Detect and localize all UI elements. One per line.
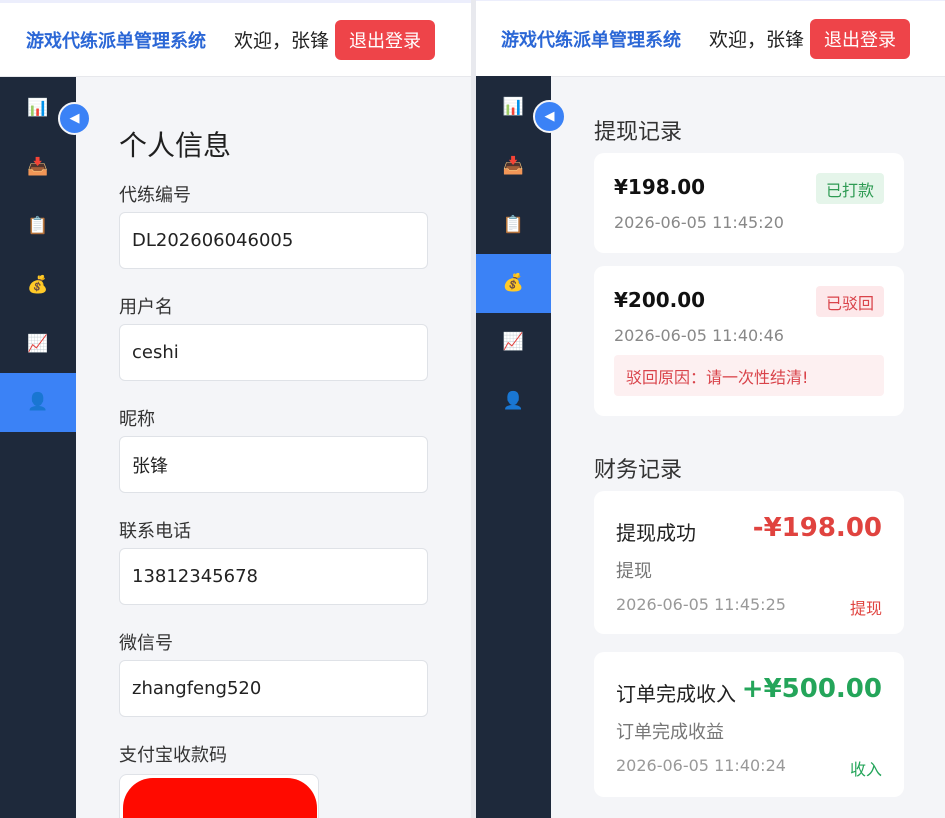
welcome-text: 欢迎，张锋 <box>709 29 805 51</box>
finance-record-amount: -¥198.00 <box>752 513 882 543</box>
trend-chart-icon: 📈 <box>27 334 49 354</box>
nav-finance[interactable]: 📈 <box>0 315 76 374</box>
field-label-nickname: 昵称 <box>119 409 155 430</box>
brand-title: 游戏代练派单管理系统 <box>501 29 681 51</box>
field-label-username: 用户名 <box>119 297 173 318</box>
finance-record-type: 收入 <box>849 760 882 779</box>
logout-button[interactable]: 退出登录 <box>335 19 436 60</box>
inbox-tray-icon: 📥 <box>502 156 525 176</box>
phone-field[interactable] <box>119 548 428 605</box>
withdrawal-time: 2026-06-05 11:40:46 <box>614 326 784 345</box>
status-badge: 已打款 <box>815 173 884 204</box>
field-label-phone: 联系电话 <box>119 521 191 542</box>
sidebar: 📊 📥 📋 💰 📈 👤 <box>476 76 551 818</box>
money-bag-icon: 💰 <box>502 273 525 293</box>
field-label-player-id: 代练编号 <box>119 185 191 206</box>
brand-title: 游戏代练派单管理系统 <box>26 30 206 52</box>
alipay-qr-upload[interactable] <box>119 774 319 818</box>
finance-record-time: 2026-06-05 11:45:25 <box>616 595 786 614</box>
finance-record-time: 2026-06-05 11:40:24 <box>616 756 786 775</box>
finance-record-type: 提现 <box>849 599 882 618</box>
nav-orders[interactable]: 📋 <box>476 196 551 255</box>
sidebar-collapse-button[interactable]: ◀ <box>58 102 91 135</box>
profile-panel: 游戏代练派单管理系统 欢迎，张锋 退出登录 📊 📥 📋 💰 📈 👤 ◀ 个人信息… <box>0 0 471 818</box>
top-header: 游戏代练派单管理系统 欢迎，张锋 退出登录 <box>0 0 471 77</box>
user-icon: 👤 <box>27 392 49 412</box>
top-header: 游戏代练派单管理系统 欢迎，张锋 退出登录 <box>476 0 945 77</box>
finance-title: 财务记录 <box>594 458 683 483</box>
field-label-wechat: 微信号 <box>119 633 173 654</box>
finance-record-title: 订单完成收入 <box>616 682 736 706</box>
nav-withdraw[interactable]: 💰 <box>476 254 551 313</box>
withdrawal-amount: ¥200.00 <box>614 288 706 312</box>
clipboard-icon: 📋 <box>502 215 525 235</box>
nav-receive-orders[interactable]: 📥 <box>476 137 551 196</box>
status-badge: 已驳回 <box>815 286 884 317</box>
chevron-left-icon: ◀ <box>69 111 80 126</box>
chart-icon: 📊 <box>502 97 525 117</box>
nickname-field[interactable] <box>119 436 428 493</box>
withdrawal-amount: ¥198.00 <box>614 175 706 199</box>
finance-record-desc: 订单完成收益 <box>616 722 724 743</box>
welcome-text: 欢迎，张锋 <box>234 30 330 52</box>
finance-card: 提现成功 -¥198.00 提现 2026-06-05 11:45:25 提现 <box>594 491 904 634</box>
reject-reason: 驳回原因：请一次性结清! <box>614 355 884 396</box>
nav-receive-orders[interactable]: 📥 <box>0 138 76 197</box>
nav-profile[interactable]: 👤 <box>476 372 551 431</box>
chart-icon: 📊 <box>27 98 49 118</box>
chevron-left-icon: ◀ <box>544 109 555 124</box>
trend-chart-icon: 📈 <box>502 332 525 352</box>
user-icon: 👤 <box>502 391 525 411</box>
withdrawal-time: 2026-06-05 11:45:20 <box>614 213 784 232</box>
withdrawal-card: ¥198.00 2026-06-05 11:45:20 已打款 <box>594 153 904 253</box>
clipboard-icon: 📋 <box>27 216 49 236</box>
sidebar: 📊 📥 📋 💰 📈 👤 <box>0 77 76 818</box>
sidebar-collapse-button[interactable]: ◀ <box>533 100 566 133</box>
page-title: 个人信息 <box>119 129 232 162</box>
player-id-field[interactable] <box>119 212 428 269</box>
withdrawals-title: 提现记录 <box>594 120 683 145</box>
finance-record-desc: 提现 <box>616 561 652 582</box>
alipay-qr-image <box>123 778 317 818</box>
wechat-field[interactable] <box>119 660 428 717</box>
finance-record-title: 提现成功 <box>616 521 696 545</box>
withdrawal-card: ¥200.00 2026-06-05 11:40:46 已驳回 驳回原因：请一次… <box>594 266 904 416</box>
logout-button[interactable]: 退出登录 <box>810 18 911 59</box>
money-bag-icon: 💰 <box>27 275 49 295</box>
nav-finance[interactable]: 📈 <box>476 313 551 372</box>
inbox-tray-icon: 📥 <box>27 157 49 177</box>
finance-panel: 游戏代练派单管理系统 欢迎，张锋 退出登录 📊 📥 📋 💰 📈 👤 ◀ 提现记录… <box>476 0 945 818</box>
finance-record-amount: +¥500.00 <box>741 674 882 704</box>
nav-orders[interactable]: 📋 <box>0 197 76 256</box>
finance-card: 订单完成收入 +¥500.00 订单完成收益 2026-06-05 11:40:… <box>594 652 904 797</box>
username-field[interactable] <box>119 324 428 381</box>
nav-profile[interactable]: 👤 <box>0 373 76 432</box>
nav-withdraw[interactable]: 💰 <box>0 256 76 315</box>
field-label-alipay-qr: 支付宝收款码 <box>119 745 227 766</box>
